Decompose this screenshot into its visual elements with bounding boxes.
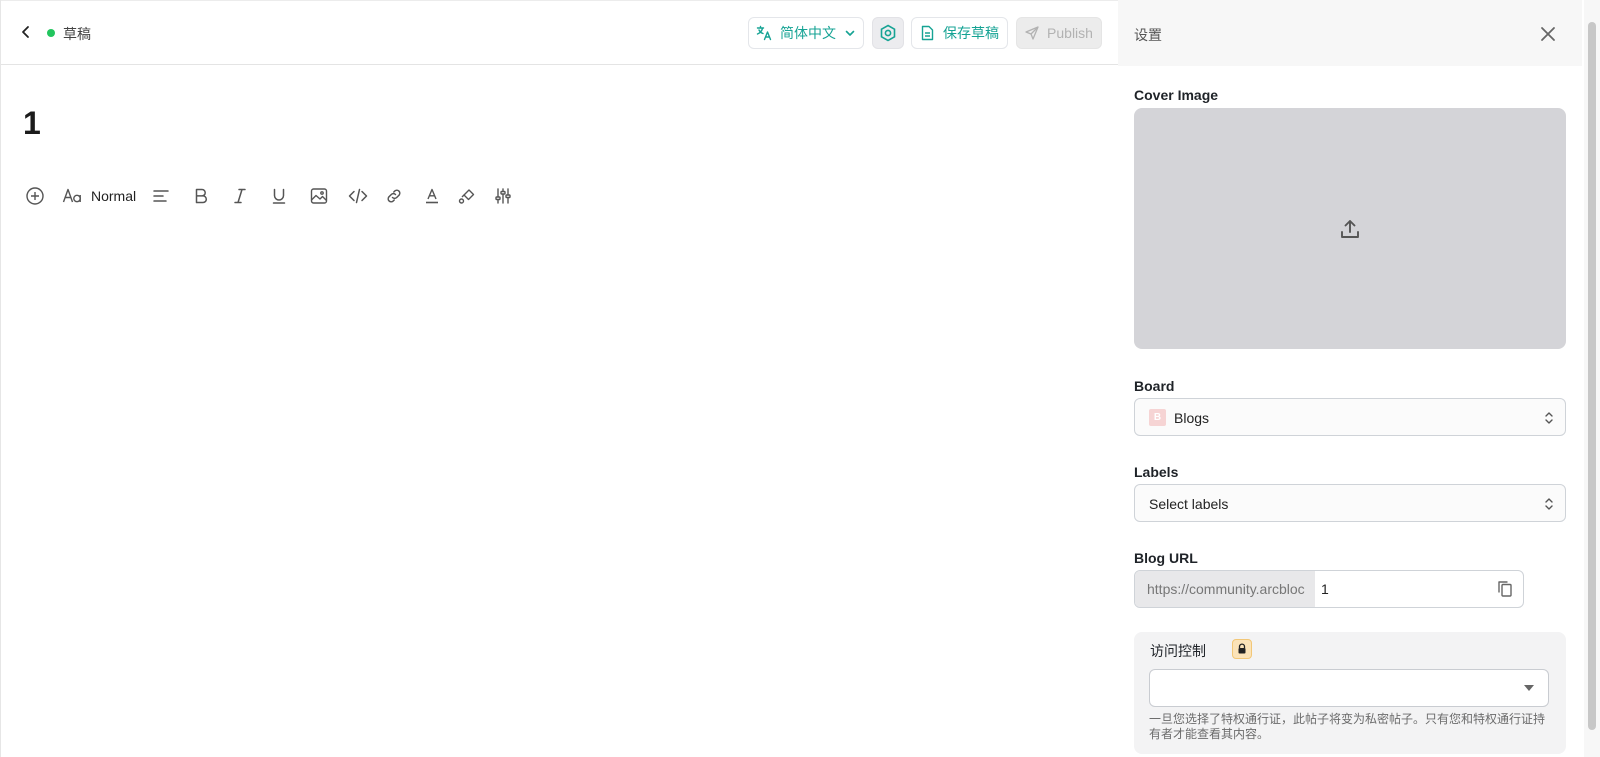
panel-title: 设置 xyxy=(1134,27,1162,43)
copy-icon xyxy=(1498,581,1512,597)
bold-icon xyxy=(195,188,207,204)
chevron-down-icon xyxy=(845,30,855,36)
translate-icon xyxy=(756,25,772,41)
upload-icon xyxy=(1341,219,1359,238)
url-prefix: https://community.arcbloc xyxy=(1135,571,1315,607)
link-button[interactable] xyxy=(382,184,406,208)
code-icon xyxy=(348,188,368,204)
paint-bucket-icon xyxy=(458,189,475,204)
settings-toggle-button[interactable] xyxy=(872,17,904,49)
board-badge: B xyxy=(1149,409,1166,426)
cover-image-upload[interactable] xyxy=(1134,108,1566,349)
add-circle-icon xyxy=(26,187,44,205)
back-button[interactable] xyxy=(15,21,37,43)
image-icon xyxy=(310,188,328,204)
chevron-left-icon xyxy=(22,26,29,38)
access-control-label: 访问控制 xyxy=(1150,643,1206,659)
blog-url-field: https://community.arcbloc xyxy=(1134,570,1524,608)
align-left-icon xyxy=(153,190,169,202)
save-draft-button[interactable]: 保存草稿 xyxy=(911,17,1008,49)
highlight-button[interactable] xyxy=(455,184,479,208)
lock-icon xyxy=(1232,639,1252,659)
copy-url-button[interactable] xyxy=(1495,579,1515,599)
labels-select[interactable]: Select labels xyxy=(1134,484,1566,522)
more-options-button[interactable] xyxy=(491,184,515,208)
italic-icon xyxy=(234,188,246,204)
underline-icon xyxy=(272,188,286,204)
font-icon xyxy=(62,188,81,203)
document-icon xyxy=(921,25,934,41)
document-title[interactable]: 1 xyxy=(23,105,41,142)
format-toolbar: Normal xyxy=(23,180,543,212)
text-color-button[interactable] xyxy=(420,184,444,208)
text-style-select[interactable]: Normal xyxy=(91,188,136,204)
board-value: Blogs xyxy=(1174,410,1210,426)
italic-button[interactable] xyxy=(228,184,252,208)
caret-down-icon xyxy=(1524,685,1534,691)
close-panel-button[interactable] xyxy=(1536,22,1560,46)
labels-label: Labels xyxy=(1134,464,1179,480)
font-style-button[interactable] xyxy=(61,184,85,208)
settings-hexagon-icon xyxy=(880,24,896,42)
labels-placeholder: Select labels xyxy=(1149,496,1229,512)
chevron-updown-icon xyxy=(1545,412,1553,424)
save-draft-label: 保存草稿 xyxy=(943,25,999,41)
language-label: 简体中文 xyxy=(780,25,836,41)
settings-panel: 设置 Cover Image Board B Blogs Labels Sele… xyxy=(1118,0,1600,757)
publish-button[interactable]: Publish xyxy=(1016,17,1102,49)
panel-scrollbar[interactable] xyxy=(1584,0,1600,757)
link-icon xyxy=(387,189,401,203)
underline-button[interactable] xyxy=(267,184,291,208)
insert-image-button[interactable] xyxy=(307,184,331,208)
chevron-updown-icon xyxy=(1545,498,1553,510)
status-dot xyxy=(47,29,55,37)
access-help-text: 一旦您选择了特权通行证，此帖子将变为私密帖子。只有您和特权通行证持有者才能查看其… xyxy=(1149,712,1546,741)
editor-area: 草稿 简体中文 保存草稿 Publish 1 Normal xyxy=(0,0,1119,757)
access-pass-select[interactable] xyxy=(1149,669,1549,707)
url-slug-input[interactable] xyxy=(1315,571,1487,607)
scroll-thumb[interactable] xyxy=(1588,22,1596,730)
insert-block-button[interactable] xyxy=(23,184,47,208)
bold-button[interactable] xyxy=(189,184,213,208)
panel-header: 设置 xyxy=(1118,0,1582,66)
send-icon xyxy=(1025,26,1039,40)
text-color-icon xyxy=(426,188,438,204)
board-label: Board xyxy=(1134,378,1175,394)
code-button[interactable] xyxy=(346,184,370,208)
access-control-section: 访问控制 一旦您选择了特权通行证，此帖子将变为私密帖子。只有您和特权通行证持有者… xyxy=(1134,632,1566,754)
blog-url-label: Blog URL xyxy=(1134,550,1198,566)
board-select[interactable]: B Blogs xyxy=(1134,398,1566,436)
publish-label: Publish xyxy=(1047,25,1093,41)
sliders-icon xyxy=(495,188,511,204)
status-label: 草稿 xyxy=(63,26,91,42)
editor-topbar: 草稿 简体中文 保存草稿 Publish xyxy=(1,0,1119,65)
language-select-button[interactable]: 简体中文 xyxy=(748,17,864,49)
align-button[interactable] xyxy=(149,184,173,208)
cover-image-label: Cover Image xyxy=(1134,87,1219,103)
close-icon xyxy=(1541,27,1555,41)
